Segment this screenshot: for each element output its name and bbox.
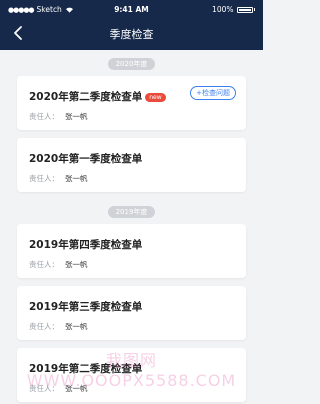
- owner-name: 张一帆: [65, 174, 88, 183]
- owner-name: 张一帆: [65, 322, 88, 331]
- owner-label: 责任人：: [29, 322, 59, 331]
- card-title: 2020年第一季度检查单: [29, 153, 143, 165]
- checklist-card-2019-q2[interactable]: 2019年第二季度检查单 责任人： 张一帆: [17, 348, 246, 402]
- card-owner: 责任人： 张一帆: [29, 173, 88, 184]
- card-owner: 责任人： 张一帆: [29, 259, 88, 270]
- battery-tip: [253, 8, 255, 11]
- owner-label: 责任人：: [29, 384, 59, 393]
- battery-icon: [236, 6, 253, 13]
- owner-name: 张一帆: [65, 112, 88, 121]
- card-owner: 责任人： 张一帆: [29, 321, 88, 332]
- status-bar: ●●●●● Sketch 9:41 AM 100%: [0, 0, 263, 18]
- owner-label: 责任人：: [29, 260, 59, 269]
- year-separator-2020: 2020年度: [0, 52, 263, 76]
- checklist-card-2019-q3[interactable]: 2019年第三季度检查单 责任人： 张一帆: [17, 286, 246, 340]
- card-title-row: 2020年第二季度检查单 new: [29, 89, 166, 104]
- year-separator-2019: 2019年度: [0, 200, 263, 224]
- card-owner: 责任人： 张一帆: [29, 383, 88, 394]
- status-right: 100%: [212, 5, 255, 14]
- checklist-card-2019-q4[interactable]: 2019年第四季度检查单 责任人： 张一帆: [17, 224, 246, 278]
- owner-label: 责任人：: [29, 174, 59, 183]
- year-label: 2020年度: [107, 58, 156, 70]
- add-issue-button[interactable]: +检查问题: [190, 86, 236, 100]
- battery-label: 100%: [212, 5, 234, 14]
- year-label: 2019年度: [107, 206, 156, 218]
- card-title: 2019年第三季度检查单: [29, 301, 143, 313]
- card-title: 2019年第二季度检查单: [29, 363, 143, 375]
- owner-name: 张一帆: [65, 384, 88, 393]
- card-title: 2020年第二季度检查单: [29, 91, 143, 103]
- owner-name: 张一帆: [65, 260, 88, 269]
- card-title: 2019年第四季度检查单: [29, 239, 143, 251]
- page-title: 季度检查: [109, 28, 154, 41]
- nav-bar: 季度检查: [0, 18, 263, 50]
- checklist-card-2020-q2[interactable]: 2020年第二季度检查单 new +检查问题 责任人： 张一帆: [17, 76, 246, 130]
- new-badge: new: [145, 92, 166, 102]
- checklist-card-2020-q1[interactable]: 2020年第一季度检查单 责任人： 张一帆: [17, 138, 246, 192]
- app-header: ●●●●● Sketch 9:41 AM 100% 季度检查: [0, 0, 263, 50]
- owner-label: 责任人：: [29, 112, 59, 121]
- card-owner: 责任人： 张一帆: [29, 111, 88, 122]
- checklist-list[interactable]: 2020年度 2020年第二季度检查单 new +检查问题 责任人： 张一帆 202…: [0, 50, 263, 404]
